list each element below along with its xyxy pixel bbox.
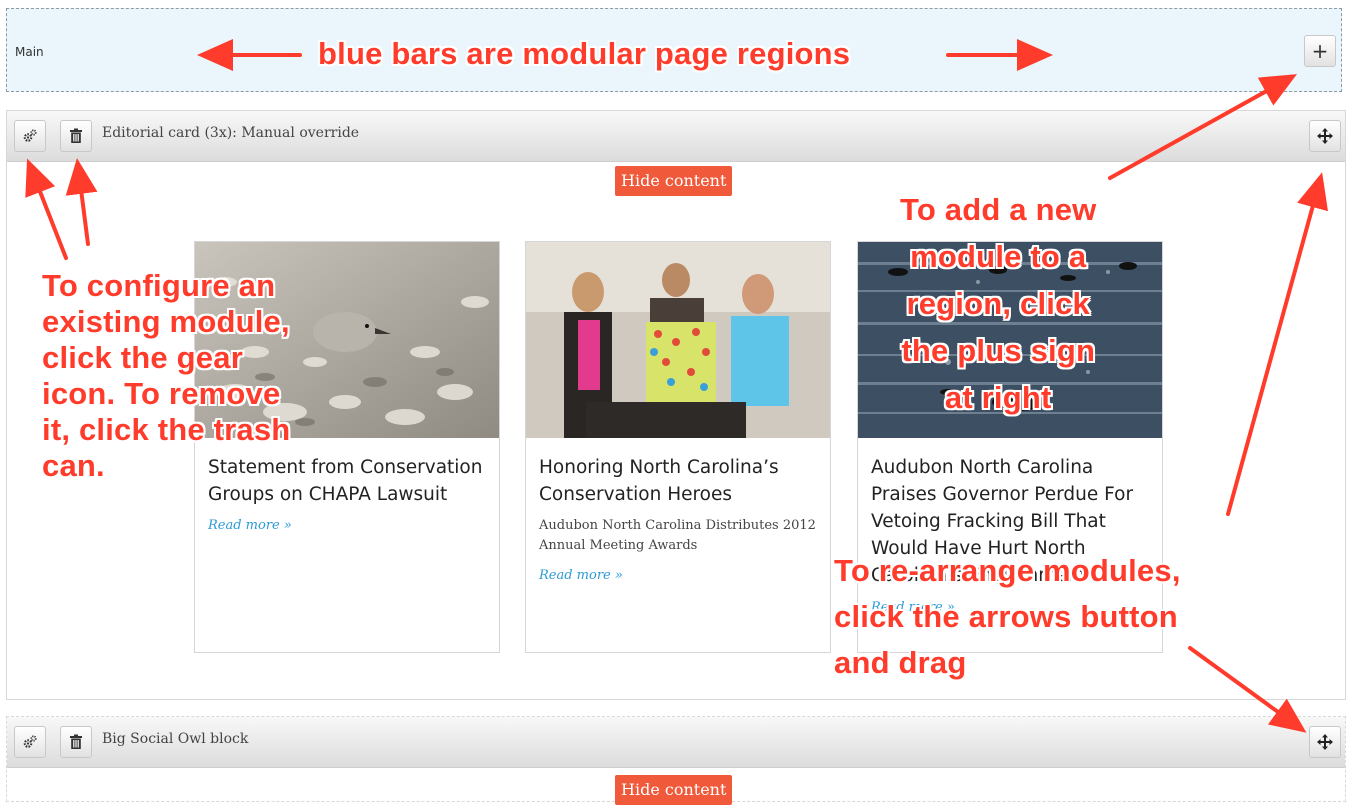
module-header: Editorial card (3x): Manual override — [7, 111, 1345, 162]
module-title: Big Social Owl block — [102, 731, 249, 747]
annotation-line: click the arrows button — [834, 599, 1178, 634]
add-module-button[interactable]: + — [1304, 35, 1336, 67]
gear-icon — [23, 735, 37, 748]
move-module-button[interactable] — [1309, 120, 1341, 152]
module-header: Big Social Owl block — [7, 717, 1345, 768]
card-title: Honoring North Carolina’s Conservation H… — [539, 457, 779, 505]
annotation-line: the plus sign — [901, 333, 1096, 368]
annotation-line: To re-arrange modules, — [834, 553, 1181, 588]
annotation-line: it, click the trash — [42, 412, 291, 447]
hide-content-button[interactable]: Hide content — [615, 166, 733, 196]
annotation-rearrange: To re-arrange modules, click the arrows … — [834, 548, 1181, 686]
read-more-link[interactable]: Read more » — [208, 518, 292, 533]
hide-content-button[interactable]: Hide content — [615, 775, 733, 805]
annotation-line: region, click — [906, 286, 1090, 321]
remove-module-button[interactable] — [60, 120, 92, 152]
move-arrows-icon — [1317, 128, 1333, 144]
annotation-add: To add a new module to a region, click t… — [900, 186, 1096, 421]
annotation-line: existing module, — [42, 304, 290, 339]
plus-icon: + — [1311, 39, 1329, 63]
annotation-regions: blue bars are modular page regions — [318, 36, 851, 71]
remove-module-button[interactable] — [60, 726, 92, 758]
annotation-line: module to a — [910, 239, 1087, 274]
annotation-line: To add a new — [900, 192, 1097, 227]
trash-icon — [70, 128, 82, 143]
region-label: Main — [15, 45, 44, 59]
annotation-line: and drag — [834, 645, 967, 680]
annotation-line: at right — [944, 380, 1052, 415]
gear-icon — [23, 129, 37, 142]
annotation-line: icon. To remove — [42, 376, 281, 411]
configure-module-button[interactable] — [14, 726, 46, 758]
annotation-line: To configure an — [42, 268, 276, 303]
configure-module-button[interactable] — [14, 120, 46, 152]
move-arrows-icon — [1317, 734, 1333, 750]
editorial-card-2: Honoring North Carolina’s Conservation H… — [525, 241, 831, 653]
annotation-line: click the gear — [42, 340, 243, 375]
module-title: Editorial card (3x): Manual override — [102, 125, 360, 141]
annotation-line: can. — [42, 448, 105, 483]
module-big-social-owl: Big Social Owl block Hide content — [6, 716, 1346, 805]
card-subtitle: Audubon North Carolina Distributes 2012 … — [539, 518, 816, 553]
move-module-button[interactable] — [1309, 726, 1341, 758]
trash-icon — [70, 734, 82, 749]
card-image-award-ceremony — [526, 242, 830, 438]
annotation-configure: To configure an existing module, click t… — [42, 268, 290, 484]
read-more-link[interactable]: Read more » — [539, 568, 623, 583]
